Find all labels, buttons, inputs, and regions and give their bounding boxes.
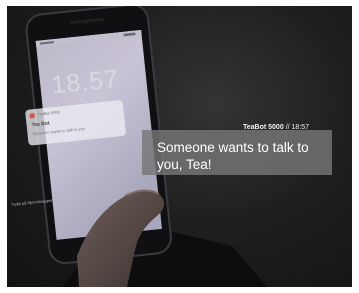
- notification-app-name: TeaBot 5000: [37, 109, 61, 117]
- message-text: Someone wants to talk to you, Tea!: [157, 140, 309, 172]
- app-icon: [29, 113, 35, 119]
- notification-title: Tea Bot: [31, 120, 50, 129]
- photo-frame: 18.57 torsdag 30. mars TeaBot 5000 Tea B…: [7, 6, 352, 287]
- message-bubble: Someone wants to talk to you, Tea!: [142, 130, 332, 175]
